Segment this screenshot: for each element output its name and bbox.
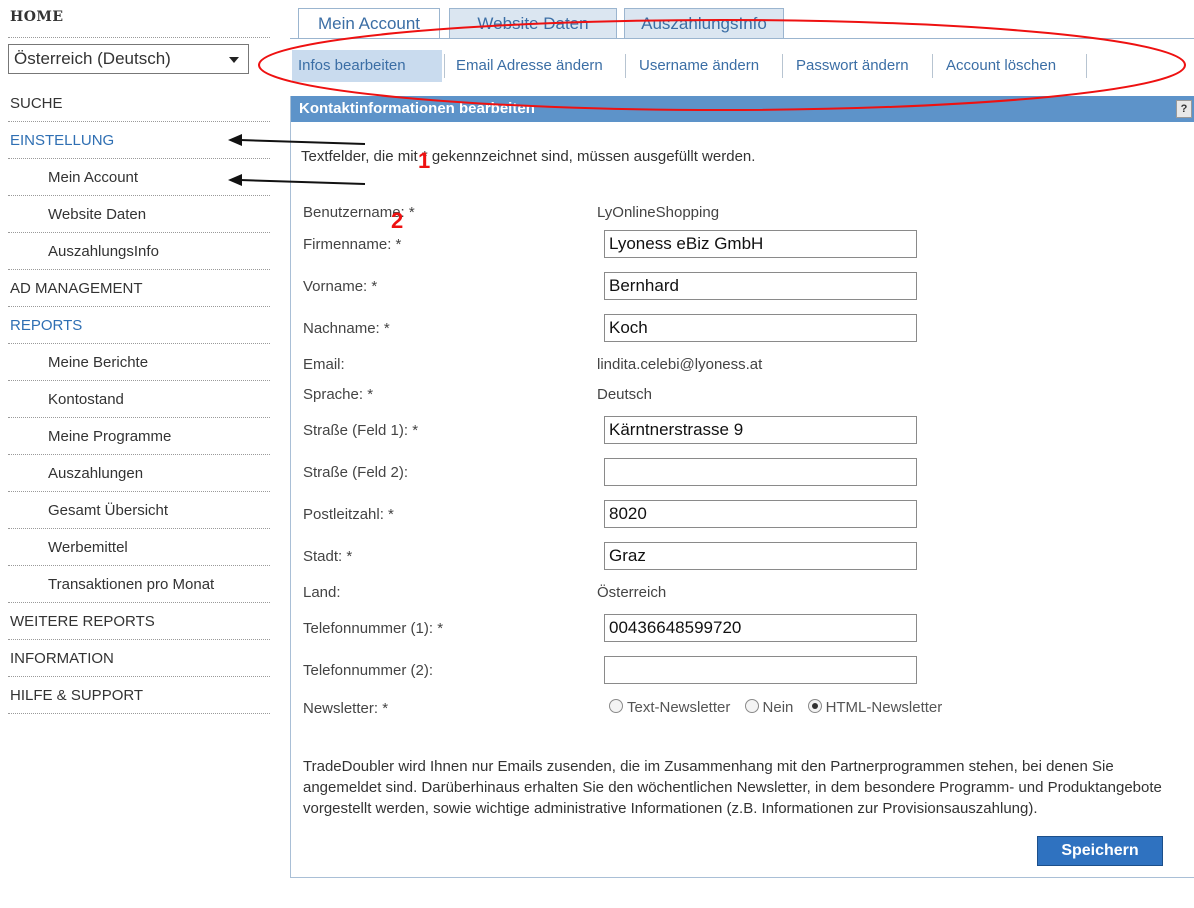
strasse1-input[interactable]	[604, 416, 917, 444]
panel-header: Kontaktinformationen bearbeiten ?	[291, 96, 1194, 122]
value-land: Österreich	[597, 584, 667, 601]
value-email: lindita.celebi@lyoness.at	[597, 356, 763, 373]
label-nachname: Nachname: *	[303, 320, 390, 337]
sidebar-item-suche[interactable]: SUCHE	[8, 85, 270, 122]
subtab-separator	[782, 54, 783, 78]
radio-text-newsletter[interactable]	[609, 699, 623, 713]
sidebar-item-weitere-reports[interactable]: WEITERE REPORTS	[8, 603, 270, 640]
label-newsletter: Newsletter: *	[303, 700, 389, 717]
label-sprache: Sprache: *	[303, 386, 374, 403]
radio-label-text: Text-Newsletter	[627, 699, 731, 716]
sidebar-home[interactable]: HOME	[8, 0, 270, 38]
sidebar-item-meine-programme[interactable]: Meine Programme	[8, 418, 270, 455]
sidebar-item-information[interactable]: INFORMATION	[8, 640, 270, 677]
chevron-down-icon	[229, 57, 239, 63]
save-button[interactable]: Speichern	[1037, 836, 1163, 866]
subtab-separator	[932, 54, 933, 78]
telefon1-input[interactable]	[604, 614, 917, 642]
annotation-number-1: 1	[418, 148, 431, 173]
radio-label-html: HTML-Newsletter	[825, 699, 943, 716]
value-sprache: Deutsch	[597, 386, 653, 403]
label-telefon2: Telefonnummer (2):	[303, 662, 434, 679]
sidebar-item-mein-account[interactable]: Mein Account	[8, 159, 270, 196]
plz-input[interactable]	[604, 500, 917, 528]
sidebar-item-auszahlungsinfo[interactable]: AuszahlungsInfo	[8, 233, 270, 270]
label-firmenname: Firmenname: *	[303, 236, 402, 253]
stadt-input[interactable]	[604, 542, 917, 570]
country-select-value: Österreich (Deutsch)	[14, 49, 171, 68]
country-select[interactable]: Österreich (Deutsch)	[8, 44, 249, 74]
contact-panel: Kontaktinformationen bearbeiten ? Textfe…	[290, 96, 1194, 878]
radio-nein[interactable]	[744, 699, 759, 713]
sidebar-item-ad-management[interactable]: AD MANAGEMENT	[8, 270, 270, 307]
label-stadt: Stadt: *	[303, 548, 353, 565]
annotation-number-2: 2	[391, 208, 404, 233]
tab-auszahlungsinfo[interactable]: AuszahlungsInfo	[624, 8, 784, 38]
label-email: Email:	[303, 356, 345, 373]
radio-html-newsletter[interactable]	[807, 699, 822, 713]
label-strasse1: Straße (Feld 1): *	[303, 422, 419, 439]
subtab-separator	[1086, 54, 1087, 78]
sidebar-item-website-daten[interactable]: Website Daten	[8, 196, 270, 233]
sidebar-item-einstellung[interactable]: EINSTELLUNG	[8, 122, 270, 159]
label-telefon1: Telefonnummer (1): *	[303, 620, 444, 637]
newsletter-disclaimer: TradeDoubler wird Ihnen nur Emails zusen…	[303, 758, 1162, 817]
sidebar-item-gesamt-uebersicht[interactable]: Gesamt Übersicht	[8, 492, 270, 529]
label-vorname: Vorname: *	[303, 278, 378, 295]
panel-title: Kontaktinformationen bearbeiten	[299, 100, 535, 117]
label-strasse2: Straße (Feld 2):	[303, 464, 409, 481]
value-benutzername: LyOnlineShopping	[597, 204, 720, 221]
subtab-username-aendern[interactable]: Username ändern	[633, 50, 765, 82]
label-land: Land:	[303, 584, 341, 601]
newsletter-radio-group: Text-Newsletter Nein HTML-Newsletter	[609, 699, 952, 716]
sidebar-item-werbemittel[interactable]: Werbemittel	[8, 529, 270, 566]
subtab-email-aendern[interactable]: Email Adresse ändern	[450, 50, 609, 82]
sidebar-item-auszahlungen[interactable]: Auszahlungen	[8, 455, 270, 492]
tab-website-daten[interactable]: Website Daten	[449, 8, 617, 38]
required-fields-hint: Textfelder, die mit * gekennzeichnet sin…	[301, 148, 756, 165]
tab-divider	[290, 38, 1194, 39]
tab-mein-account[interactable]: Mein Account	[298, 8, 440, 39]
radio-label-nein: Nein	[762, 699, 794, 716]
strasse2-input[interactable]	[604, 458, 917, 486]
vorname-input[interactable]	[604, 272, 917, 300]
sidebar-item-meine-berichte[interactable]: Meine Berichte	[8, 344, 270, 381]
sidebar-item-transaktionen[interactable]: Transaktionen pro Monat	[8, 566, 270, 603]
subtab-bar: Infos bearbeiten Email Adresse ändern Us…	[290, 44, 1194, 84]
subtab-separator	[444, 54, 445, 78]
firmenname-input[interactable]	[604, 230, 917, 258]
subtab-separator	[625, 54, 626, 78]
telefon2-input[interactable]	[604, 656, 917, 684]
sidebar-item-hilfe-support[interactable]: HILFE & SUPPORT	[8, 677, 270, 714]
sidebar-item-reports[interactable]: REPORTS	[8, 307, 270, 344]
label-plz: Postleitzahl: *	[303, 506, 394, 523]
subtab-infos-bearbeiten[interactable]: Infos bearbeiten	[292, 50, 442, 82]
nachname-input[interactable]	[604, 314, 917, 342]
subtab-passwort-aendern[interactable]: Passwort ändern	[790, 50, 915, 82]
sidebar-item-kontostand[interactable]: Kontostand	[8, 381, 270, 418]
help-icon[interactable]: ?	[1176, 100, 1192, 118]
subtab-account-loeschen[interactable]: Account löschen	[940, 50, 1062, 82]
